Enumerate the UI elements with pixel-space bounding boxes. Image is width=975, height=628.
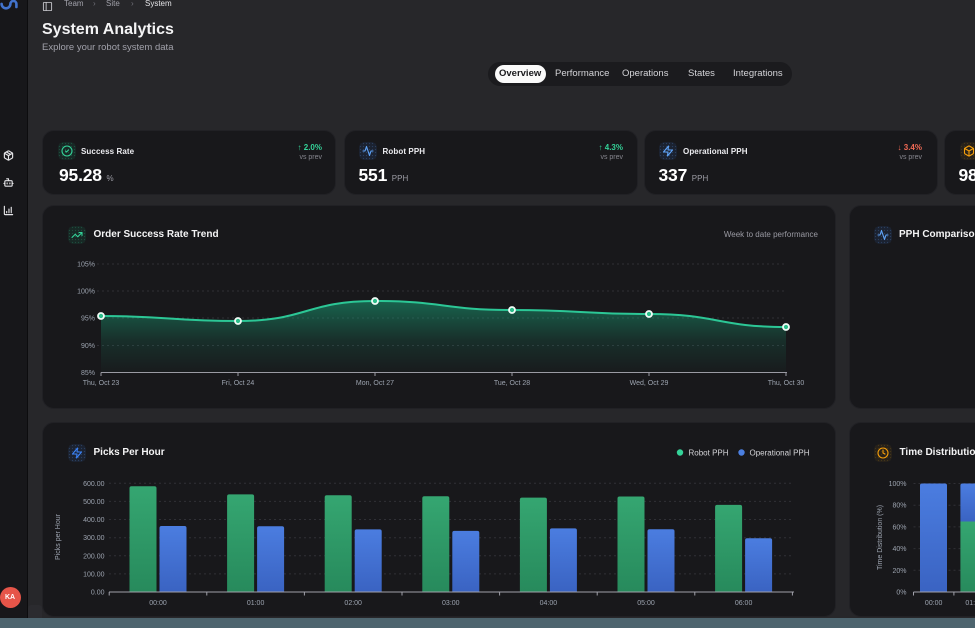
svg-text:300.00: 300.00 bbox=[83, 535, 105, 542]
svg-text:90%: 90% bbox=[81, 343, 95, 350]
svg-text:03:00: 03:00 bbox=[442, 600, 460, 607]
svg-text:06:00: 06:00 bbox=[735, 600, 753, 607]
svg-text:0%: 0% bbox=[896, 590, 906, 597]
svg-text:00:00: 00:00 bbox=[925, 600, 943, 607]
svg-text:40%: 40% bbox=[892, 546, 906, 553]
svg-text:95%: 95% bbox=[81, 316, 95, 323]
svg-text:400.00: 400.00 bbox=[83, 517, 105, 524]
svg-text:Mon, Oct 27: Mon, Oct 27 bbox=[356, 380, 394, 387]
svg-text:Fri, Oct 24: Fri, Oct 24 bbox=[222, 380, 255, 387]
svg-text:100%: 100% bbox=[77, 289, 95, 296]
svg-text:80%: 80% bbox=[892, 503, 906, 510]
svg-text:01:00: 01:00 bbox=[247, 600, 265, 607]
svg-text:Picks per Hour: Picks per Hour bbox=[55, 513, 62, 560]
svg-text:600.00: 600.00 bbox=[83, 481, 105, 488]
svg-text:20%: 20% bbox=[892, 568, 906, 575]
svg-text:500.00: 500.00 bbox=[83, 499, 105, 506]
svg-text:00:00: 00:00 bbox=[149, 600, 167, 607]
svg-text:04:00: 04:00 bbox=[540, 600, 558, 607]
svg-text:200.00: 200.00 bbox=[83, 553, 105, 560]
svg-text:0.00: 0.00 bbox=[91, 590, 105, 597]
svg-text:01:00: 01:00 bbox=[965, 600, 975, 607]
svg-text:Operational PPH: Operational PPH bbox=[750, 449, 810, 458]
svg-text:100%: 100% bbox=[889, 481, 907, 488]
svg-text:Tue, Oct 28: Tue, Oct 28 bbox=[494, 380, 530, 387]
svg-text:Wed, Oct 29: Wed, Oct 29 bbox=[630, 380, 669, 387]
svg-text:85%: 85% bbox=[81, 370, 95, 377]
svg-text:Thu, Oct 30: Thu, Oct 30 bbox=[768, 380, 805, 387]
svg-text:Robot PPH: Robot PPH bbox=[689, 449, 729, 458]
svg-text:05:00: 05:00 bbox=[637, 600, 655, 607]
svg-text:Thu, Oct 23: Thu, Oct 23 bbox=[83, 380, 120, 387]
svg-text:100.00: 100.00 bbox=[83, 571, 105, 578]
svg-text:105%: 105% bbox=[77, 262, 95, 269]
svg-text:Time Distribution (%): Time Distribution (%) bbox=[877, 505, 884, 570]
svg-text:60%: 60% bbox=[892, 524, 906, 531]
svg-text:02:00: 02:00 bbox=[344, 600, 362, 607]
